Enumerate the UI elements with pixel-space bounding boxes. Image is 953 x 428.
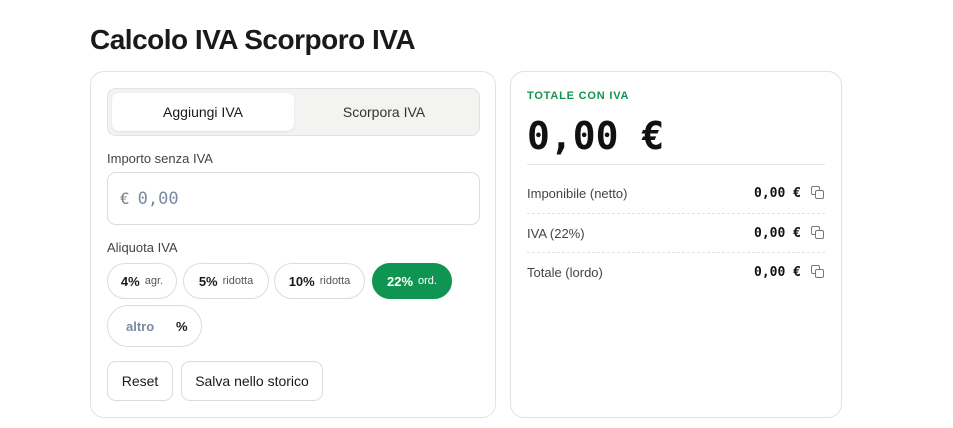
rate-tag: ridotta (319, 275, 351, 287)
result-card: TOTALE CON IVA 0,00 € Imponibile (netto)… (510, 71, 842, 418)
rate-percent: 5% (198, 273, 218, 289)
copy-icon[interactable] (811, 265, 825, 279)
result-row-net: Imponibile (netto) 0,00 € (527, 182, 825, 204)
reset-button[interactable]: Reset (107, 361, 173, 401)
amount-label: Importo senza IVA (107, 151, 213, 166)
custom-rate-field[interactable]: % (107, 305, 202, 347)
total-value: 0,00 € (527, 114, 665, 158)
row-value: 0,00 € (754, 185, 801, 201)
mode-switch: Aggiungi IVA Scorpora IVA (107, 88, 480, 136)
rate-chip-5[interactable]: 5% ridotta (183, 263, 269, 299)
euro-icon: € (120, 189, 130, 208)
rate-percent: 10% (288, 273, 315, 289)
page-title: Calcolo IVA Scorporo IVA (90, 24, 416, 55)
percent-suffix: % (176, 318, 188, 334)
divider (527, 213, 825, 214)
rate-percent: 22% (387, 273, 414, 289)
result-row-gross: Totale (lordo) 0,00 € (527, 261, 825, 283)
rate-percent: 4% (120, 273, 140, 289)
row-value: 0,00 € (754, 264, 801, 280)
rate-tag: agr. (144, 275, 164, 287)
rate-tag: ridotta (222, 275, 254, 287)
amount-input[interactable] (137, 188, 438, 209)
amount-field[interactable]: € (107, 172, 480, 225)
row-label: Imponibile (netto) (527, 185, 628, 201)
copy-icon[interactable] (811, 186, 825, 200)
custom-rate-input[interactable] (126, 318, 176, 334)
rate-chip-10[interactable]: 10% ridotta (274, 263, 365, 299)
row-label: IVA (22%) (527, 225, 585, 241)
row-label: Totale (lordo) (527, 264, 603, 280)
total-label: TOTALE CON IVA (527, 90, 630, 102)
save-history-button[interactable]: Salva nello storico (181, 361, 323, 401)
divider (527, 252, 825, 253)
rate-chip-22[interactable]: 22% ord. (372, 263, 452, 299)
calculator-card: Aggiungi IVA Scorpora IVA Importo senza … (90, 71, 496, 418)
copy-icon[interactable] (811, 226, 825, 240)
tab-aggiungi-iva[interactable]: Aggiungi IVA (112, 93, 294, 131)
row-value: 0,00 € (754, 225, 801, 241)
rate-label: Aliquota IVA (107, 240, 178, 255)
rate-tag: ord. (418, 275, 437, 287)
rate-chip-4[interactable]: 4% agr. (107, 263, 177, 299)
tab-scorpora-iva[interactable]: Scorpora IVA (293, 93, 475, 131)
result-row-vat: IVA (22%) 0,00 € (527, 222, 825, 244)
divider (527, 164, 825, 165)
